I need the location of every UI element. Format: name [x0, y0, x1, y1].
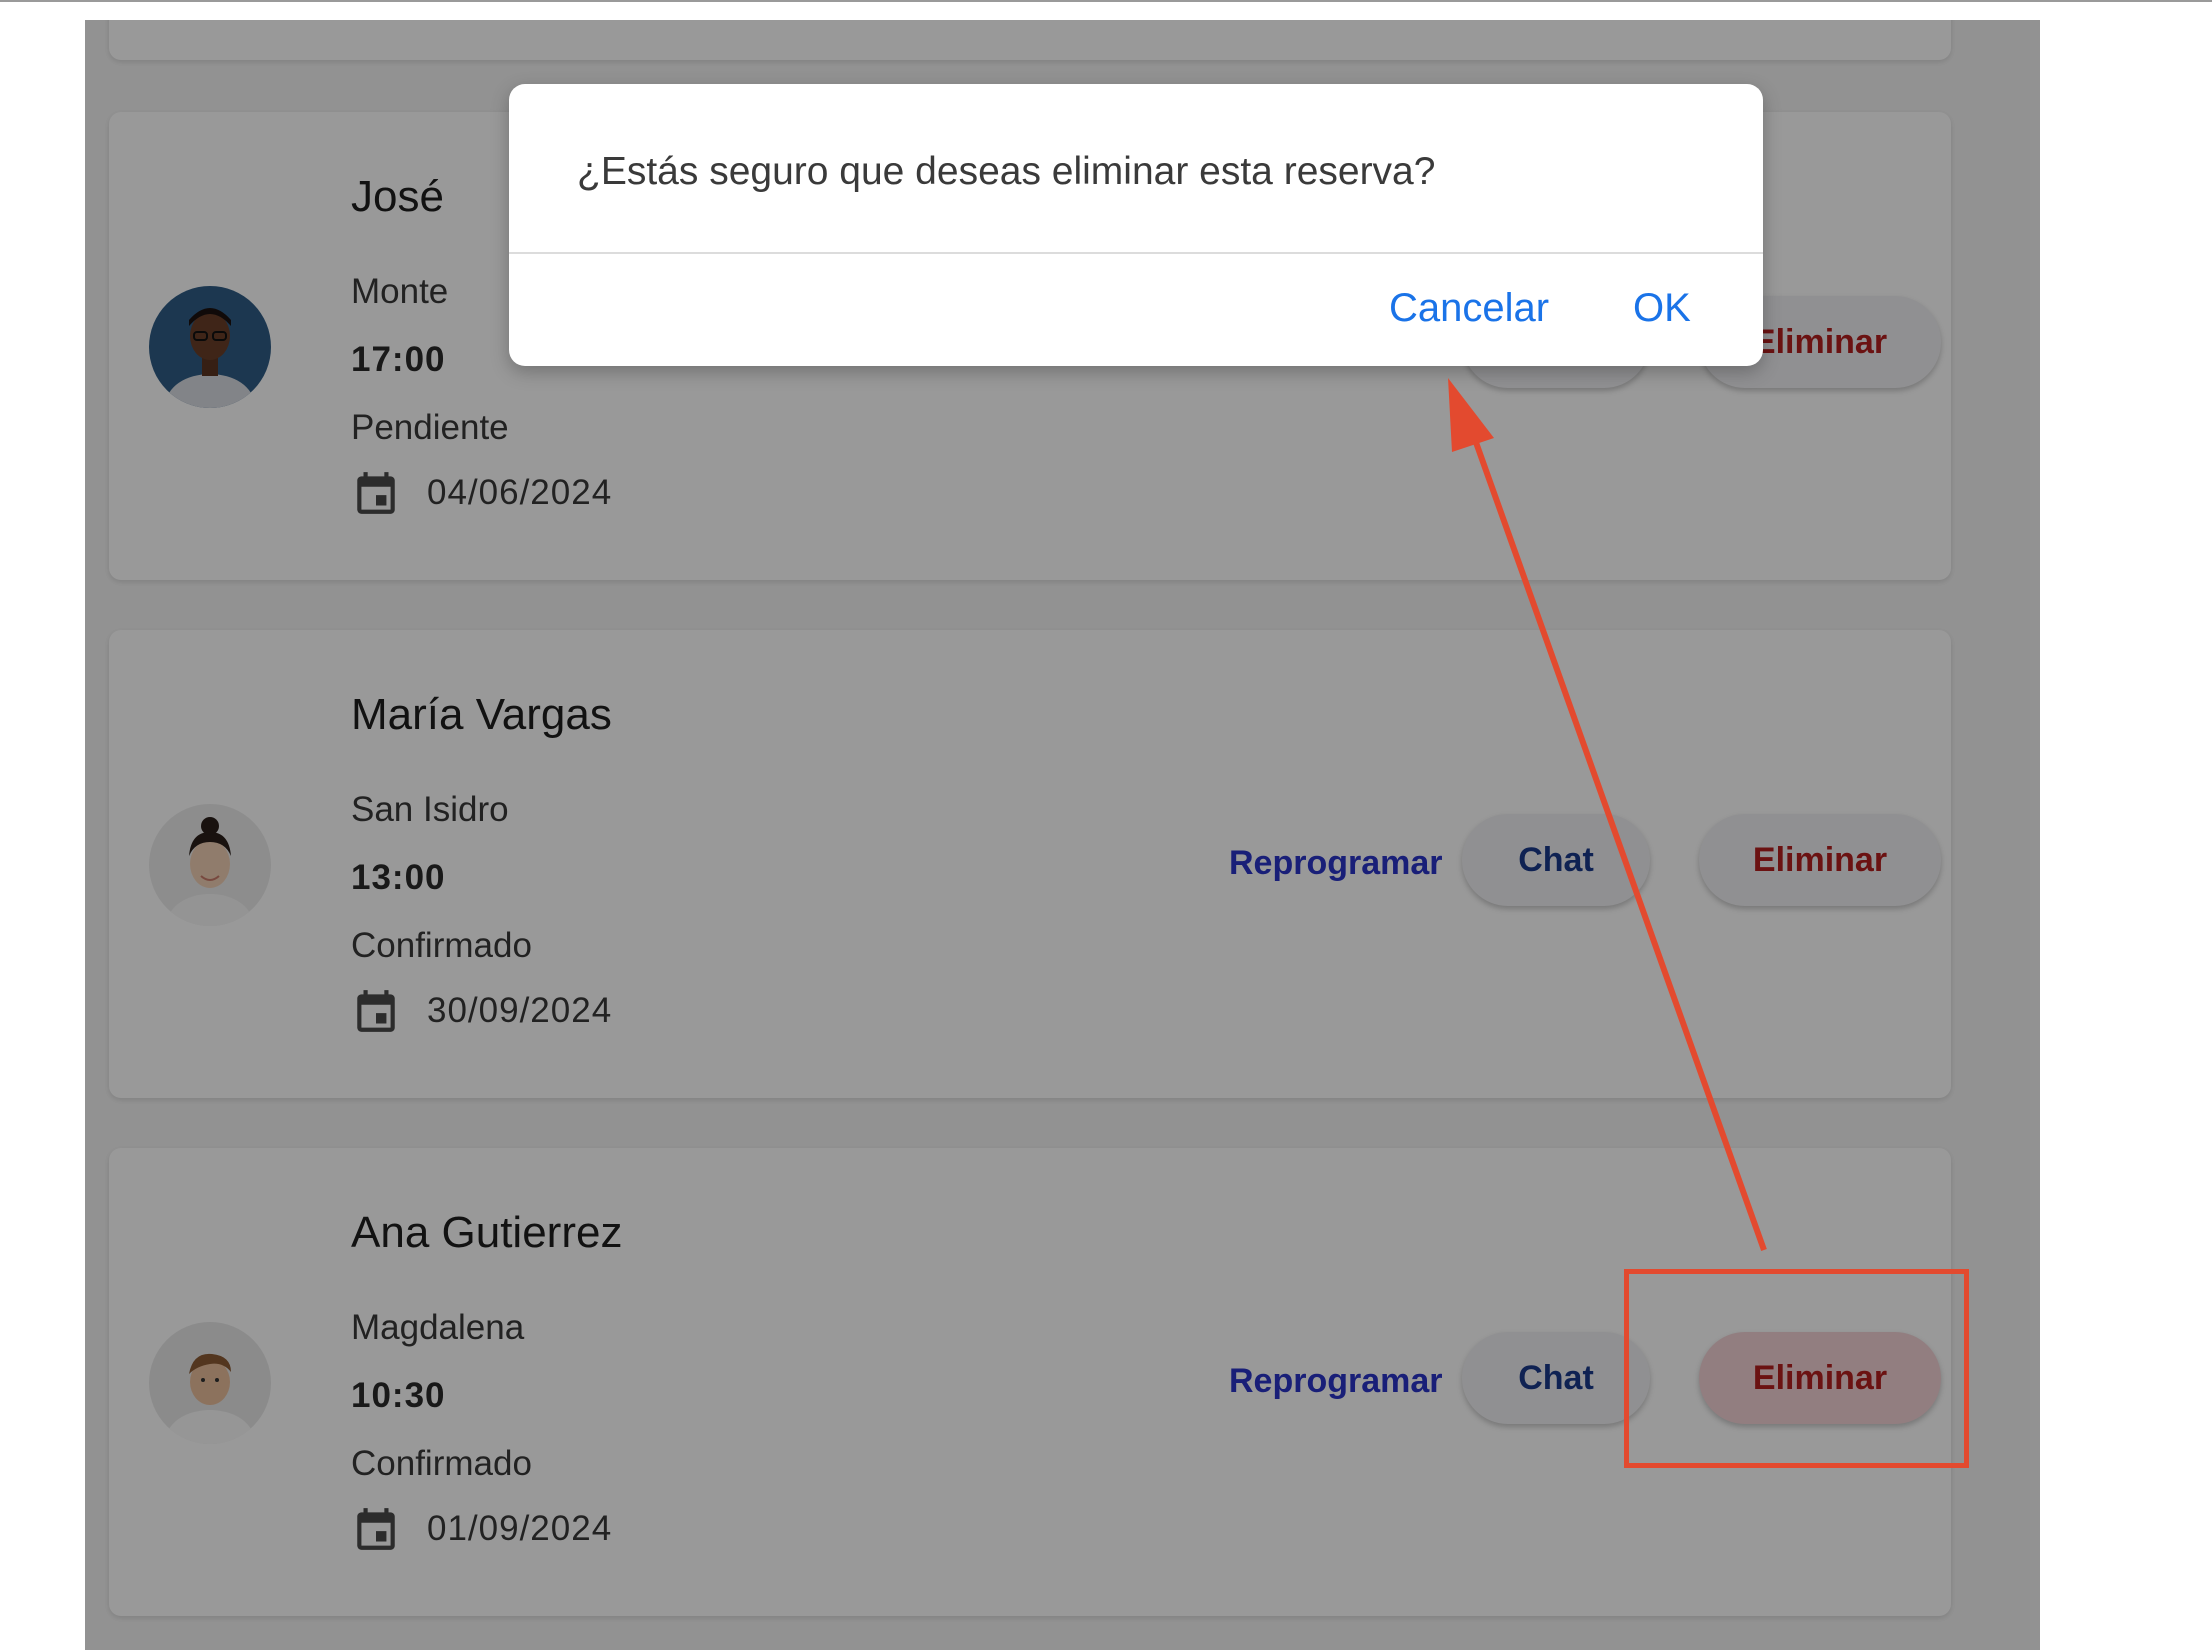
arrow-annotation [1448, 378, 1767, 1252]
